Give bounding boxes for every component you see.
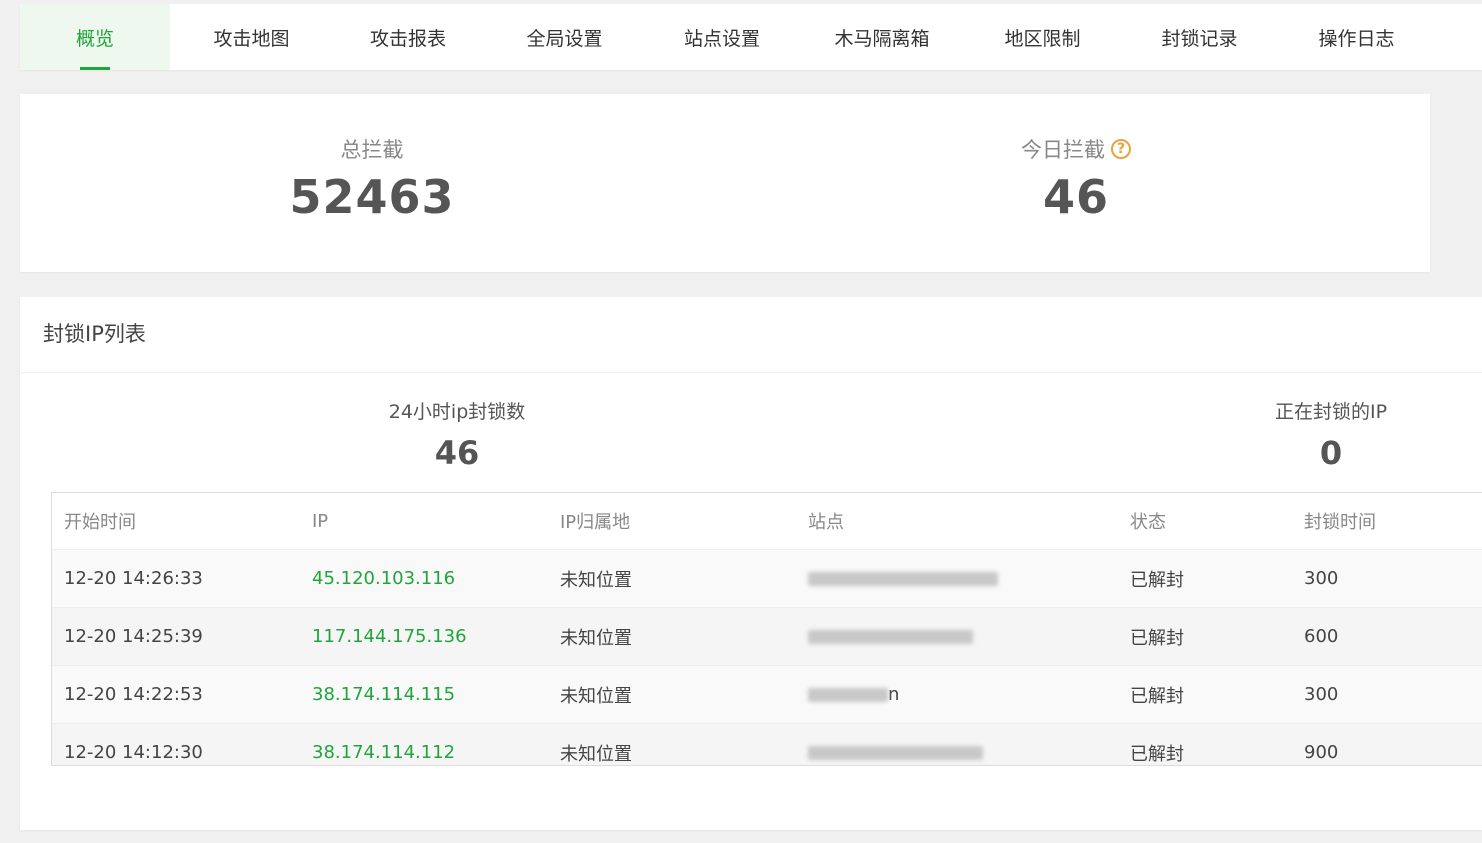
stats-card: 总拦截 52463 今日拦截 ? 46 [20, 94, 1430, 272]
col-ip-location: IP归属地 [548, 493, 796, 550]
cell-duration: 600 [1292, 607, 1482, 666]
cell-duration: 300 [1292, 549, 1482, 608]
cell-time: 12-20 14:26:33 [52, 549, 300, 608]
tab-overview[interactable]: 概览 [20, 4, 170, 70]
cell-site: n [796, 665, 1118, 724]
cell-status: 已解封 [1118, 607, 1292, 666]
tab-region-limit[interactable]: 地区限制 [966, 4, 1119, 70]
tab-attack-map[interactable]: 攻击地图 [170, 4, 333, 70]
redacted-site [808, 746, 983, 760]
cell-location: 未知位置 [548, 607, 796, 666]
cell-site [796, 607, 1118, 666]
cell-time: 12-20 14:12:30 [52, 723, 300, 765]
today-block-stat: 今日拦截 ? 46 [976, 134, 1176, 224]
panel-title: 封锁IP列表 [20, 297, 1482, 373]
site-suffix: n [888, 684, 900, 705]
blocking-now-value: 0 [1319, 434, 1343, 472]
tab-trojan-quarantine[interactable]: 木马隔离箱 [798, 4, 966, 70]
cell-status: 已解封 [1118, 723, 1292, 765]
cell-duration: 300 [1292, 665, 1482, 724]
blocked-ip-table: 开始时间 IP IP归属地 站点 状态 封锁时间 12-20 14:26:33 … [51, 492, 1482, 766]
col-site: 站点 [796, 493, 1118, 550]
cell-status: 已解封 [1118, 665, 1292, 724]
blocked-24h-label: 24小时ip封锁数 [388, 401, 526, 423]
blocked-24h-stat: 24小时ip封锁数 46 [357, 397, 557, 472]
nav-tabbar: 概览 攻击地图 攻击报表 全局设置 站点设置 木马隔离箱 地区限制 封锁记录 操… [20, 4, 1482, 70]
col-start-time: 开始时间 [52, 493, 300, 550]
tab-operation-log[interactable]: 操作日志 [1280, 4, 1433, 70]
col-status: 状态 [1118, 493, 1292, 550]
redacted-site [808, 688, 888, 702]
cell-ip[interactable]: 38.174.114.115 [300, 665, 548, 724]
table-row: 12-20 14:25:39 117.144.175.136 未知位置 已解封 … [52, 607, 1482, 666]
cell-duration: 900 [1292, 723, 1482, 765]
total-block-stat: 总拦截 52463 [272, 134, 472, 224]
cell-location: 未知位置 [548, 723, 796, 765]
tab-site-settings[interactable]: 站点设置 [646, 4, 798, 70]
redacted-site [808, 630, 973, 644]
today-block-value: 46 [1042, 170, 1109, 224]
tab-global-settings[interactable]: 全局设置 [483, 4, 646, 70]
table-row: 12-20 14:26:33 45.120.103.116 未知位置 已解封 3… [52, 549, 1482, 608]
tab-attack-report[interactable]: 攻击报表 [333, 4, 483, 70]
cell-time: 12-20 14:25:39 [52, 607, 300, 666]
table-row: 12-20 14:12:30 38.174.114.112 未知位置 已解封 9… [52, 723, 1482, 765]
total-block-value: 52463 [289, 170, 455, 224]
today-block-label: 今日拦截 [1021, 138, 1105, 162]
table-row: 12-20 14:22:53 38.174.114.115 未知位置 n 已解封… [52, 665, 1482, 724]
cell-location: 未知位置 [548, 549, 796, 608]
cell-site [796, 723, 1118, 765]
cell-ip[interactable]: 45.120.103.116 [300, 549, 548, 608]
cell-ip[interactable]: 38.174.114.112 [300, 723, 548, 765]
blocking-now-label: 正在封锁的IP [1274, 401, 1388, 423]
blocked-24h-value: 46 [434, 434, 480, 472]
cell-location: 未知位置 [548, 665, 796, 724]
cell-status: 已解封 [1118, 549, 1292, 608]
help-icon[interactable]: ? [1111, 139, 1131, 159]
col-block-duration: 封锁时间 [1292, 493, 1482, 550]
cell-ip[interactable]: 117.144.175.136 [300, 607, 548, 666]
blocked-ip-panel: 封锁IP列表 24小时ip封锁数 46 正在封锁的IP 0 开始时间 IP IP… [20, 297, 1482, 830]
today-block-label-wrap: 今日拦截 ? [976, 134, 1176, 164]
table-header-row: 开始时间 IP IP归属地 站点 状态 封锁时间 [52, 493, 1482, 550]
blocking-now-stat: 正在封锁的IP 0 [1231, 397, 1431, 472]
redacted-site [808, 572, 998, 586]
cell-site [796, 549, 1118, 608]
cell-time: 12-20 14:22:53 [52, 665, 300, 724]
col-ip: IP [300, 493, 548, 550]
tab-block-records[interactable]: 封锁记录 [1119, 4, 1280, 70]
total-block-label: 总拦截 [340, 138, 404, 162]
